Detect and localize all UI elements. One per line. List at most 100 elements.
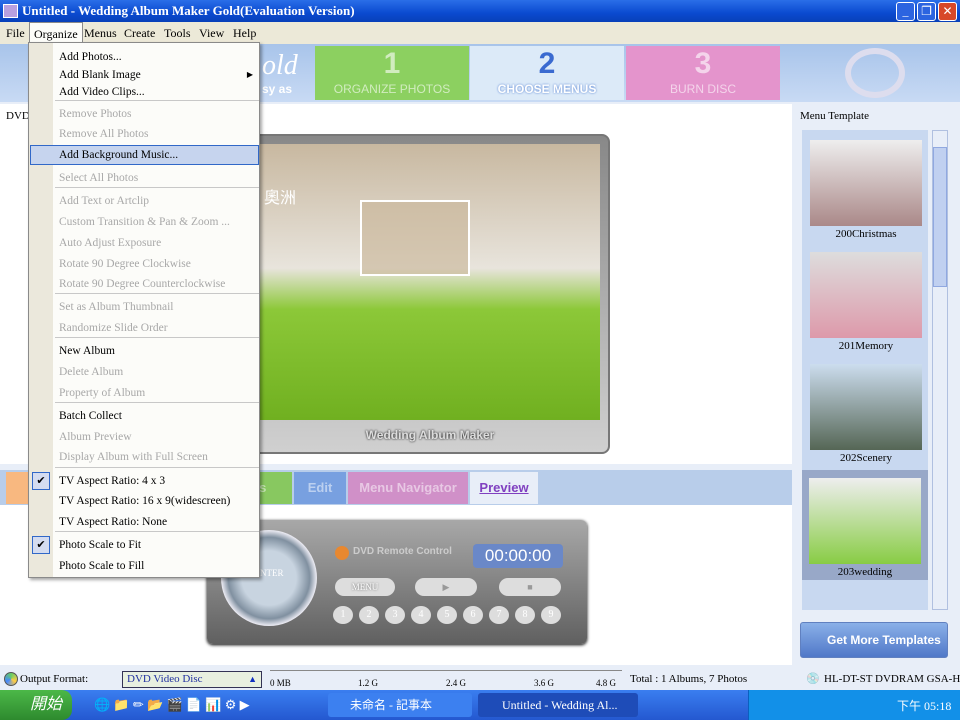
menu-item-new-album[interactable]: New Album <box>30 341 259 361</box>
template-item[interactable]: 202Scenery <box>806 360 926 470</box>
minimize-button[interactable]: _ <box>896 2 915 21</box>
menu-item-label: Add Blank Image <box>59 69 141 81</box>
menu-file[interactable]: File <box>2 22 29 44</box>
tab-edit[interactable]: Edit <box>294 472 346 504</box>
menu-item-label: TV Aspect Ratio: 16 x 9(widescreen) <box>59 495 231 507</box>
dvd-remote-control: ENTER DVD Remote Control 00:00:00 MENU ▶… <box>207 520 587 644</box>
menu-button[interactable]: MENU <box>335 578 395 596</box>
output-format-select[interactable]: DVD Video Disc ▲ <box>122 671 262 688</box>
menu-item-label: New Album <box>59 345 115 357</box>
close-button[interactable]: ✕ <box>938 2 957 21</box>
tab-menu-navigator[interactable]: Menu Navigator <box>348 472 468 504</box>
number-button[interactable]: 7 <box>489 606 509 624</box>
status-bar: Output Format: DVD Video Disc ▲ 0 MB 1.2 … <box>0 668 960 690</box>
number-button[interactable]: 9 <box>541 606 561 624</box>
number-button[interactable]: 6 <box>463 606 483 624</box>
start-button[interactable]: 開始 <box>0 690 72 720</box>
tagline: sy as <box>262 82 293 96</box>
number-button[interactable]: 1 <box>333 606 353 624</box>
menu-item-label: Display Album with Full Screen <box>59 451 208 463</box>
menu-item-label: Randomize Slide Order <box>59 322 168 334</box>
menu-item-label: Remove All Photos <box>59 128 149 140</box>
menu-view[interactable]: View <box>195 22 228 44</box>
number-button[interactable]: 8 <box>515 606 535 624</box>
menu-item-delete-album: Delete Album <box>30 362 259 382</box>
remote-title: DVD Remote Control <box>353 546 452 557</box>
title-bar: Untitled - Wedding Album Maker Gold(Eval… <box>0 0 960 22</box>
menu-item-tv-aspect-ratio-none[interactable]: TV Aspect Ratio: None <box>30 512 259 532</box>
menu-item-rotate-90-degree-clockwise: Rotate 90 Degree Clockwise <box>30 254 259 274</box>
menu-create[interactable]: Create <box>120 22 159 44</box>
time-display: 00:00:00 <box>473 544 563 568</box>
menu-item-label: Add Photos... <box>59 51 122 63</box>
menu-tools[interactable]: Tools <box>160 22 195 44</box>
menu-item-tv-aspect-ratio-16-x-9-widescreen[interactable]: TV Aspect Ratio: 16 x 9(widescreen) <box>30 491 259 511</box>
menu-menus[interactable]: Menus <box>80 22 121 44</box>
drive-name[interactable]: HL-DT-ST DVDRAM GSA-H <box>824 668 960 690</box>
number-button[interactable]: 2 <box>359 606 379 624</box>
menu-item-add-video-clips[interactable]: Add Video Clips... <box>30 82 259 102</box>
rings-logo-icon <box>845 48 905 98</box>
menu-item-label: Batch Collect <box>59 410 122 422</box>
app-icon <box>3 4 18 18</box>
menu-item-label: Custom Transition & Pan & Zoom ... <box>59 216 230 228</box>
logo-text: old <box>262 50 298 81</box>
menu-item-label: Set as Album Thumbnail <box>59 301 174 313</box>
menu-item-add-text-or-artclip: Add Text or Artclip <box>30 191 259 211</box>
template-list: 200Christmas 201Memory 202Scenery 203wed… <box>802 130 928 610</box>
menu-item-add-photos[interactable]: Add Photos... <box>30 47 259 67</box>
preview-caption: Wedding Album Maker <box>365 428 495 442</box>
template-item[interactable]: 201Memory <box>806 248 926 358</box>
quick-launch-icons[interactable]: 🌐 📁 ✏ 📂 🎬 📄 📊 ⚙ ▶ <box>94 697 250 713</box>
taskbar: 開始 🌐 📁 ✏ 📂 🎬 📄 📊 ⚙ ▶ 未命名 - 記事本 Untitled … <box>0 690 960 720</box>
template-item-selected[interactable]: 203wedding <box>802 470 928 580</box>
menu-preview: 奧洲 Wedding Album Maker <box>250 134 610 454</box>
menu-organize[interactable]: Organize <box>29 22 83 44</box>
menu-item-photo-scale-to-fill[interactable]: Photo Scale to Fill <box>30 556 259 576</box>
checkmark-icon: ✔ <box>32 536 50 554</box>
menu-item-photo-scale-to-fit[interactable]: Photo Scale to Fit ✔ <box>30 535 259 555</box>
menu-item-custom-transition-pan-zoom: Custom Transition & Pan & Zoom ... <box>30 212 259 232</box>
menu-item-label: Rotate 90 Degree Clockwise <box>59 258 191 270</box>
menu-item-label: Auto Adjust Exposure <box>59 237 162 249</box>
tab-preview[interactable]: Preview <box>470 472 538 504</box>
number-buttons: 1 2 3 4 5 6 7 8 9 <box>333 606 561 624</box>
menu-item-auto-adjust-exposure: Auto Adjust Exposure <box>30 233 259 253</box>
get-more-templates-button[interactable]: Get More Templates ... <box>800 622 948 681</box>
menu-item-batch-collect[interactable]: Batch Collect <box>30 406 259 426</box>
menu-item-remove-all-photos: Remove All Photos <box>30 124 259 144</box>
photo-frame[interactable] <box>360 200 470 276</box>
taskbar-notepad[interactable]: 未命名 - 記事本 <box>328 693 472 717</box>
template-item[interactable]: 200Christmas <box>806 136 926 246</box>
window-title: Untitled - Wedding Album Maker Gold(Eval… <box>22 3 355 18</box>
system-tray: 下午 05:18 <box>748 690 960 720</box>
menu-item-label: TV Aspect Ratio: 4 x 3 <box>59 475 166 487</box>
preview-image: 奧洲 <box>260 144 600 420</box>
drive-icon: 💿 <box>806 673 820 685</box>
number-button[interactable]: 4 <box>411 606 431 624</box>
menu-item-add-background-music[interactable]: Add Background Music... <box>30 145 259 165</box>
menu-item-label: Photo Scale to Fit <box>59 539 142 551</box>
menu-bar: File Organize Menus Create Tools View He… <box>0 22 960 44</box>
menu-item-tv-aspect-ratio-4-x-3[interactable]: TV Aspect Ratio: 4 x 3 ✔ <box>30 471 259 491</box>
step-organize-photos[interactable]: 1 ORGANIZE PHOTOS <box>315 46 469 100</box>
play-button[interactable]: ▶ <box>415 578 477 596</box>
menu-item-set-as-album-thumbnail: Set as Album Thumbnail <box>30 297 259 317</box>
step-choose-menus[interactable]: 2 CHOOSE MENUS <box>470 46 624 100</box>
menu-help[interactable]: Help <box>229 22 260 44</box>
menu-item-label: TV Aspect Ratio: None <box>59 516 168 528</box>
number-button[interactable]: 5 <box>437 606 457 624</box>
output-format-label: Output Format: <box>20 673 89 685</box>
template-scrollbar[interactable] <box>932 130 948 610</box>
step-burn-disc[interactable]: 3 BURN DISC <box>626 46 780 100</box>
menu-item-select-all-photos: Select All Photos <box>30 168 259 188</box>
menu-template-panel: Menu Template 200Christmas 201Memory 202… <box>796 104 960 681</box>
menu-item-label: Select All Photos <box>59 172 139 184</box>
number-button[interactable]: 3 <box>385 606 405 624</box>
stop-button[interactable]: ■ <box>499 578 561 596</box>
taskbar-wedding-album[interactable]: Untitled - Wedding Al... <box>478 693 638 717</box>
maximize-button[interactable]: ❐ <box>917 2 936 21</box>
panel-title: Menu Template <box>800 110 869 122</box>
menu-item-label: Add Video Clips... <box>59 86 145 98</box>
menu-item-label: Add Background Music... <box>59 149 179 161</box>
